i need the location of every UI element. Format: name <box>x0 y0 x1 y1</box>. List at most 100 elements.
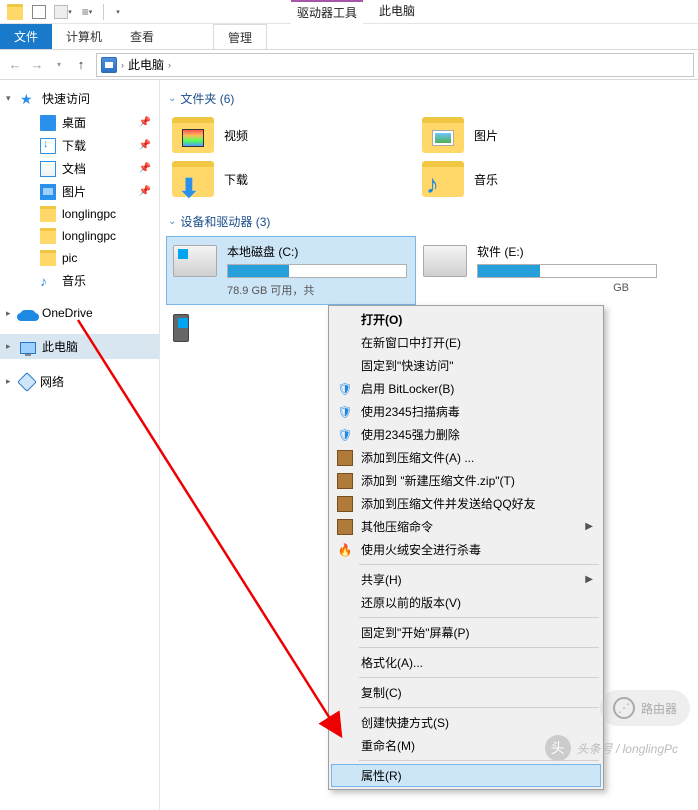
pin-icon: 📌 <box>139 117 151 128</box>
chevron-right-icon[interactable]: ▸ <box>6 308 11 319</box>
sidebar-music[interactable]: ♪音乐 <box>0 269 159 292</box>
folder-downloads[interactable]: ⬇ 下载 <box>166 157 416 201</box>
pin-icon: 📌 <box>139 186 151 197</box>
sidebar-documents[interactable]: 文档📌 <box>0 157 159 180</box>
folder-icon <box>422 117 464 153</box>
chevron-down-icon: ⌄ <box>168 216 176 227</box>
qat-blank-icon[interactable]: ▾ <box>52 2 74 22</box>
pin-icon: 📌 <box>139 163 151 174</box>
ctx-separator <box>359 707 599 708</box>
manage-tab[interactable]: 管理 <box>213 24 267 49</box>
drive-label: 本地磁盘 (C:) <box>227 243 409 260</box>
ctx-add-archive[interactable]: 添加到压缩文件(A) ... <box>331 446 601 469</box>
drive-tools-label: 驱动器工具 <box>291 0 363 24</box>
address-chevron-icon[interactable]: › <box>168 60 171 70</box>
onedrive-icon <box>20 310 36 320</box>
sidebar-quick-access[interactable]: ▾ ★ 快速访问 <box>0 86 159 111</box>
ctx-copy[interactable]: 复制(C) <box>331 681 601 704</box>
ctx-huorong-scan[interactable]: 🔥使用火绒安全进行杀毒 <box>331 538 601 561</box>
ctx-properties[interactable]: 属性(R) <box>331 764 601 787</box>
qat-more-icon[interactable]: ≡▾ <box>76 2 98 22</box>
ctx-2345-delete[interactable]: 🛡使用2345强力删除 <box>331 423 601 446</box>
watermark-router: ⋰ 路由器 <box>600 690 690 726</box>
view-tab[interactable]: 查看 <box>116 24 168 49</box>
chevron-down-icon[interactable]: ▾ <box>6 93 11 104</box>
network-icon <box>17 372 37 392</box>
capacity-bar <box>477 264 657 278</box>
archive-icon <box>337 496 353 512</box>
navigation-pane: ▾ ★ 快速访问 桌面📌 下载📌 文档📌 图片📌 longlingpc long… <box>0 80 160 810</box>
recent-dropdown[interactable]: ▾ <box>48 54 70 76</box>
drive-removable[interactable] <box>166 305 196 349</box>
folder-pictures[interactable]: 图片 <box>416 113 666 157</box>
ctx-add-archive-zip[interactable]: 添加到 "新建压缩文件.zip"(T) <box>331 469 601 492</box>
drive-c[interactable]: 本地磁盘 (C:) 78.9 GB 可用，共 <box>166 236 416 305</box>
folder-label: 图片 <box>474 127 498 144</box>
sidebar-folder-2[interactable]: longlingpc <box>0 225 159 247</box>
drive-label: 软件 (E:) <box>477 243 659 260</box>
drive-e[interactable]: 软件 (E:) GB <box>416 236 666 305</box>
archive-icon <box>337 450 353 466</box>
ctx-other-archive[interactable]: 其他压缩命令▶ <box>331 515 601 538</box>
usb-icon <box>173 314 189 342</box>
folder-icon <box>40 228 56 244</box>
sidebar-folder-1[interactable]: longlingpc <box>0 203 159 225</box>
ctx-2345-scan[interactable]: 🛡使用2345扫描病毒 <box>331 400 601 423</box>
address-bar[interactable]: › 此电脑 › <box>96 53 694 77</box>
contextual-tab-group: 驱动器工具 此电脑 <box>291 0 421 24</box>
sidebar-label: 快速访问 <box>42 90 90 107</box>
folders-header[interactable]: ⌄文件夹 (6) <box>166 88 692 113</box>
ctx-open-new-window[interactable]: 在新窗口中打开(E) <box>331 331 601 354</box>
sidebar-onedrive[interactable]: ▸OneDrive <box>0 302 159 324</box>
sidebar-desktop[interactable]: 桌面📌 <box>0 111 159 134</box>
qat-props-icon[interactable] <box>28 2 50 22</box>
context-menu: 打开(O) 在新窗口中打开(E) 固定到"快速访问" 🛡启用 BitLocker… <box>328 305 604 790</box>
folder-label: 视频 <box>224 127 248 144</box>
qat-folder-icon[interactable] <box>4 2 26 22</box>
address-chevron-icon: › <box>121 60 124 70</box>
sidebar-downloads[interactable]: 下载📌 <box>0 134 159 157</box>
shield-icon: 🛡 <box>337 404 353 420</box>
ctx-bitlocker[interactable]: 🛡启用 BitLocker(B) <box>331 377 601 400</box>
video-overlay-icon <box>182 129 204 147</box>
navigation-bar: ← → ▾ ↑ › 此电脑 › <box>0 50 698 80</box>
folder-icon: ⬇ <box>172 161 214 197</box>
ctx-share[interactable]: 共享(H)▶ <box>331 568 601 591</box>
ctx-open[interactable]: 打开(O) <box>331 308 601 331</box>
star-icon: ★ <box>20 91 36 107</box>
drive-free-text: 78.9 GB 可用，共 <box>227 282 409 298</box>
file-tab[interactable]: 文件 <box>0 24 52 49</box>
ctx-archive-qq[interactable]: 添加到压缩文件并发送给QQ好友 <box>331 492 601 515</box>
forward-button[interactable]: → <box>26 54 48 76</box>
sidebar-pictures[interactable]: 图片📌 <box>0 180 159 203</box>
download-icon <box>40 138 56 154</box>
folder-label: 音乐 <box>474 171 498 188</box>
fire-icon: 🔥 <box>337 542 353 558</box>
music-overlay-icon: ♪ <box>426 169 439 200</box>
ctx-restore-versions[interactable]: 还原以前的版本(V) <box>331 591 601 614</box>
ribbon-tabs: 文件 计算机 查看 管理 <box>0 24 698 50</box>
title-bar: ▾ ≡▾ ▾ 驱动器工具 此电脑 <box>0 0 698 24</box>
folder-music[interactable]: ♪ 音乐 <box>416 157 666 201</box>
chevron-down-icon: ⌄ <box>168 93 176 104</box>
ctx-pin-start[interactable]: 固定到"开始"屏幕(P) <box>331 621 601 644</box>
drives-header[interactable]: ⌄设备和驱动器 (3) <box>166 211 692 236</box>
up-button[interactable]: ↑ <box>70 54 92 76</box>
picture-icon <box>40 184 56 200</box>
ctx-separator <box>359 647 599 648</box>
submenu-arrow-icon: ▶ <box>585 521 593 532</box>
back-button[interactable]: ← <box>4 54 26 76</box>
chevron-right-icon[interactable]: ▸ <box>6 341 11 352</box>
sidebar-network[interactable]: ▸网络 <box>0 369 159 394</box>
sidebar-this-pc[interactable]: ▸此电脑 <box>0 334 159 359</box>
computer-tab[interactable]: 计算机 <box>52 24 116 49</box>
archive-icon <box>337 519 353 535</box>
folder-label: 下载 <box>224 171 248 188</box>
ctx-pin-quick-access[interactable]: 固定到"快速访问" <box>331 354 601 377</box>
ctx-create-shortcut[interactable]: 创建快捷方式(S) <box>331 711 601 734</box>
sidebar-folder-3[interactable]: pic <box>0 247 159 269</box>
ctx-format[interactable]: 格式化(A)... <box>331 651 601 674</box>
chevron-right-icon[interactable]: ▸ <box>6 376 11 387</box>
folder-videos[interactable]: 视频 <box>166 113 416 157</box>
qat-customize-icon[interactable]: ▾ <box>107 2 129 22</box>
